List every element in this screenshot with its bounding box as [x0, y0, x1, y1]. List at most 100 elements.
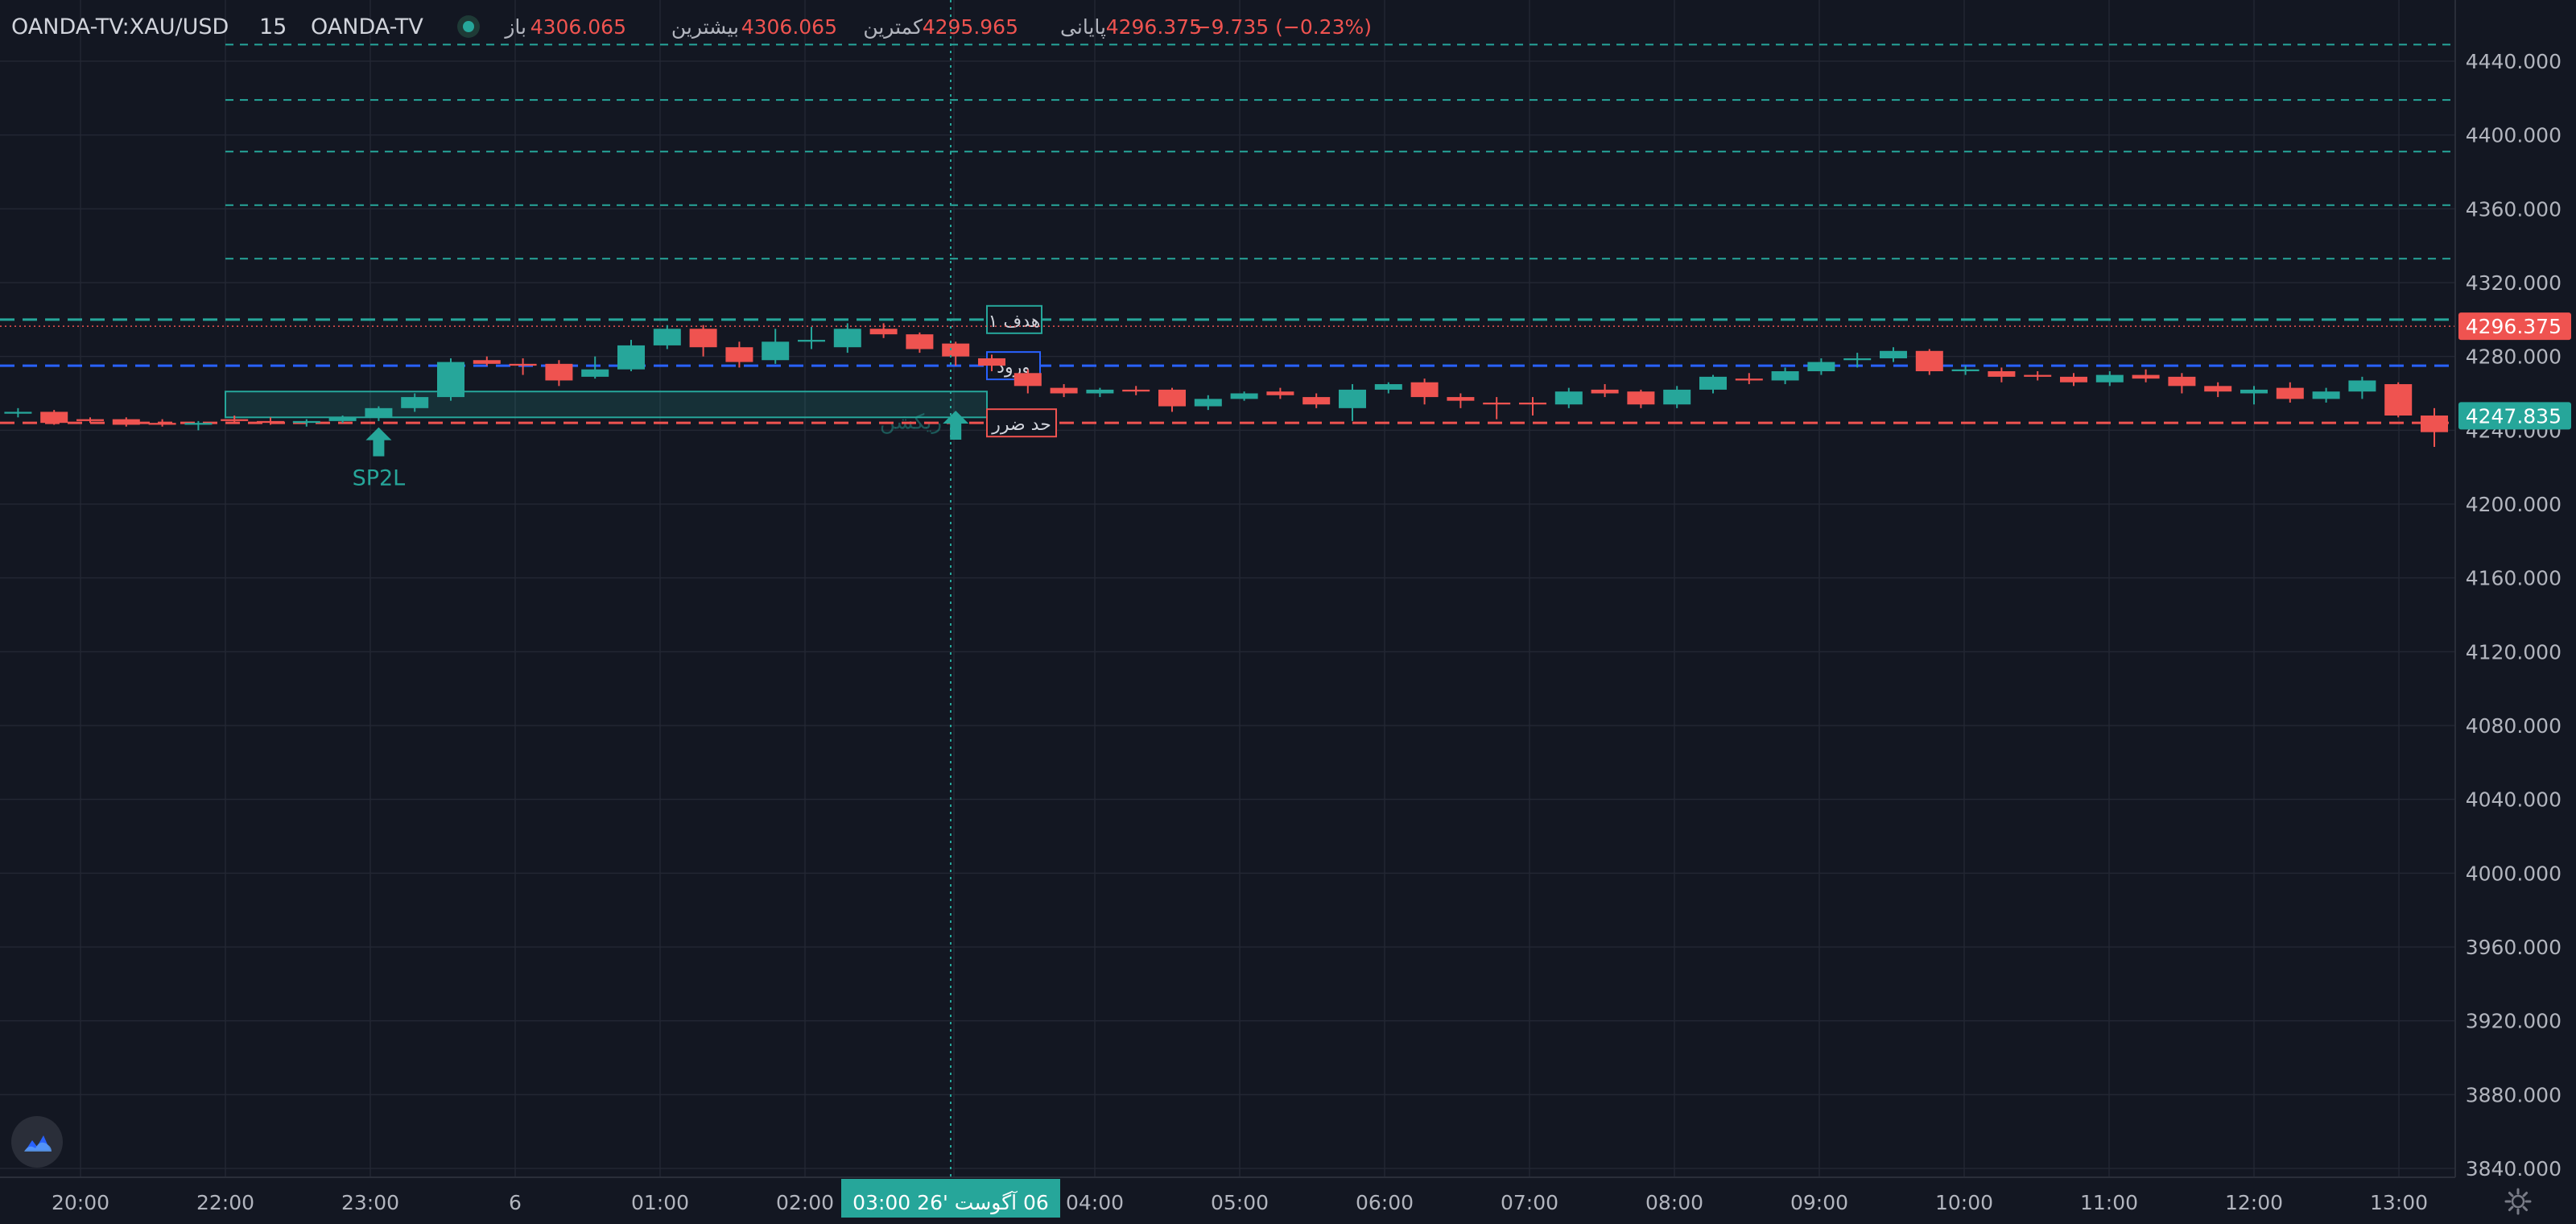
candle	[1194, 395, 1222, 411]
signal-arrow-up-icon	[365, 427, 392, 457]
time-tick-label: 10:00	[1935, 1191, 1993, 1214]
candle-body	[148, 423, 176, 425]
price-tick-label: 4280.000	[2466, 345, 2562, 369]
candle	[2168, 373, 2196, 394]
price-badge-current-price-text: 4247.835	[2466, 404, 2562, 428]
price-badge-last-price-text: 4296.375	[2466, 315, 2562, 338]
candle-body	[689, 329, 717, 348]
candle-body	[1230, 393, 1258, 399]
price-tick-label: 4160.000	[2466, 567, 2562, 590]
candle	[1086, 387, 1114, 398]
candle	[1988, 367, 2016, 382]
candle-body	[4, 411, 32, 414]
time-tick-label: 04:00	[1066, 1191, 1124, 1214]
time-tick-label: 08:00	[1645, 1191, 1703, 1214]
candle-body	[1627, 391, 1655, 405]
close-label: پایانی	[1060, 15, 1106, 39]
candle	[1266, 387, 1294, 399]
candle-body	[2421, 416, 2448, 432]
candle	[1554, 387, 1583, 408]
price-tick-label: 4040.000	[2466, 788, 2562, 812]
market-open-dot	[463, 21, 474, 32]
candle	[40, 410, 68, 425]
candle	[1915, 349, 1943, 375]
candle-body	[2060, 376, 2087, 382]
candle-body	[437, 362, 464, 398]
reaction-zone: ریکشن	[225, 391, 988, 434]
candle-body	[2095, 374, 2124, 382]
candle-body	[184, 423, 213, 425]
candle-body	[906, 334, 934, 349]
candle	[1374, 382, 1402, 394]
candle-body	[112, 419, 140, 425]
candle	[1302, 393, 1331, 408]
candle-body	[725, 347, 753, 362]
candle-body	[328, 417, 357, 421]
candle-body	[1050, 387, 1078, 394]
time-axis[interactable]: 20:00 22:00 23:00 6 01:00 02:00 04:00 05:00 06:0…	[0, 1176, 2455, 1224]
interval-label[interactable]: 15	[259, 14, 287, 39]
candle	[2132, 369, 2160, 382]
time-tick-label: 12:00	[2225, 1191, 2283, 1214]
settings-gear-icon[interactable]	[2504, 1187, 2533, 1216]
signal-label: SP2L	[353, 466, 406, 491]
candle-body	[1483, 402, 1511, 405]
candle-body	[1807, 362, 1835, 371]
candle-body	[1302, 397, 1331, 405]
cloud-icon	[24, 1135, 52, 1152]
time-tick-label: 23:00	[341, 1191, 399, 1214]
symbol-label[interactable]: OANDA-TV:XAU/USD	[11, 14, 229, 39]
candle	[689, 325, 717, 357]
price-tick-label: 3880.000	[2466, 1083, 2562, 1106]
time-tick-label: 11:00	[2080, 1191, 2138, 1214]
candle-body	[869, 329, 898, 335]
low-label: کمترین	[863, 15, 923, 39]
candle	[906, 332, 934, 354]
candle	[1843, 353, 1872, 368]
price-tick-label: 3920.000	[2466, 1010, 2562, 1033]
candle-body	[2024, 374, 2052, 377]
candle	[545, 360, 573, 387]
level-label-target-1[interactable]: هدف ۱	[986, 304, 1042, 334]
candle	[2060, 373, 2087, 387]
candle	[437, 358, 464, 401]
time-tick-label: 06:00	[1356, 1191, 1414, 1214]
candle-body	[2204, 386, 2232, 392]
candle	[942, 341, 970, 366]
time-tick-label: 02:00	[776, 1191, 834, 1214]
candle-body	[365, 407, 393, 418]
candle-body	[1086, 389, 1114, 394]
candle-body	[1554, 391, 1583, 405]
price-axis-bg	[2455, 0, 2576, 1224]
candle	[2095, 371, 2124, 387]
candle	[2024, 371, 2052, 381]
candle	[1122, 386, 1150, 395]
candle	[653, 325, 681, 349]
open-label: باز	[503, 15, 526, 39]
candle	[725, 341, 753, 368]
candle-body	[509, 363, 537, 366]
price-tick-label: 4320.000	[2466, 271, 2562, 295]
candle-body	[40, 411, 68, 424]
low-value: 4295.965	[923, 15, 1018, 39]
tradingview-logo[interactable]	[11, 1116, 63, 1168]
candle-body	[1951, 369, 1979, 371]
candle-body	[617, 345, 645, 370]
level-label-stop-loss[interactable]: حد ضرر	[986, 408, 1057, 438]
price-chart[interactable]: ریکشن هدف ۱ورودحد ضرر SP2L 4440.0004400.…	[0, 0, 2576, 1224]
candle-body	[1447, 397, 1475, 401]
candle	[1050, 384, 1078, 398]
candle	[617, 340, 645, 371]
candle-body	[1843, 358, 1872, 361]
candle-body	[1013, 373, 1042, 387]
candle	[798, 327, 825, 349]
level-label-text: هدف ۱	[989, 312, 1041, 332]
candle-body	[1699, 376, 1727, 390]
candle-body	[1158, 389, 1186, 407]
candle	[1519, 397, 1546, 416]
candle	[1771, 367, 1799, 385]
candle	[1807, 358, 1835, 375]
price-tick-label: 4000.000	[2466, 862, 2562, 885]
price-axis[interactable]: 4440.000 4400.000 4360.000 4320.000 4280.000…	[2454, 0, 2576, 1224]
candle	[1447, 393, 1475, 408]
